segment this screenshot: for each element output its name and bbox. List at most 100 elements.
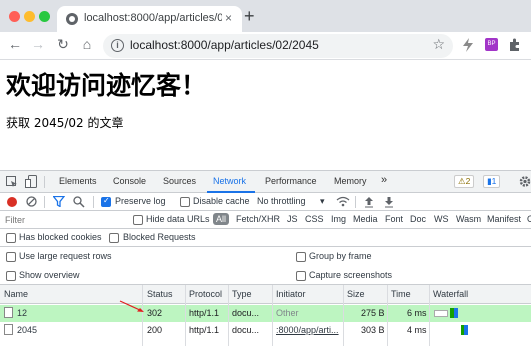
filter-input[interactable] — [3, 213, 123, 227]
filter-ws[interactable]: WS — [434, 214, 449, 224]
filter-img[interactable]: Img — [331, 214, 346, 224]
close-tab-icon[interactable]: × — [225, 11, 232, 25]
filter-funnel-icon[interactable] — [53, 196, 65, 207]
purple-extension-icon[interactable]: BP — [485, 38, 498, 51]
tab-elements[interactable]: Elements — [59, 176, 97, 186]
network-conditions-icon[interactable] — [336, 196, 350, 208]
column-divider — [343, 285, 344, 346]
filter-font[interactable]: Font — [385, 214, 403, 224]
globe-icon — [66, 13, 78, 25]
row-protocol: http/1.1 — [189, 308, 220, 318]
waterfall-bar-download — [464, 325, 468, 335]
tab-performance[interactable]: Performance — [265, 176, 317, 186]
filter-all-button[interactable]: All — [213, 213, 230, 225]
address-bar[interactable]: i localhost:8000/app/articles/02/2045 ☆ — [103, 34, 453, 58]
home-button[interactable]: ⌂ — [78, 36, 96, 52]
row-initiator-link[interactable]: :8000/app/arti... — [276, 325, 342, 335]
row-type: docu... — [232, 308, 260, 318]
group-by-frame-checkbox[interactable] — [296, 252, 306, 262]
browser-tab[interactable]: localhost:8000/app/articles/02 × — [57, 6, 242, 32]
close-window-button[interactable] — [9, 11, 20, 22]
row-name[interactable]: 2045 — [17, 325, 37, 335]
chevron-down-icon[interactable]: ▾ — [320, 196, 325, 207]
disable-cache-label: Disable cache — [193, 196, 250, 206]
minimize-window-button[interactable] — [24, 11, 35, 22]
large-rows-label: Use large request rows — [19, 251, 112, 261]
column-time[interactable]: Time — [391, 289, 411, 299]
tab-network[interactable]: Network — [213, 176, 246, 186]
issues-badge[interactable]: ⚠2 — [454, 175, 475, 188]
network-table-header: Name Status Protocol Type Initiator Size… — [0, 285, 531, 304]
divider — [355, 196, 356, 208]
search-icon[interactable] — [73, 196, 85, 208]
new-tab-button[interactable]: + — [244, 6, 255, 27]
divider — [44, 196, 45, 208]
maximize-window-button[interactable] — [39, 11, 50, 22]
blocked-requests-checkbox[interactable] — [109, 233, 119, 243]
capture-screenshots-checkbox[interactable] — [296, 271, 306, 281]
table-row[interactable]: 2045 200 http/1.1 docu... :8000/app/arti… — [0, 322, 531, 339]
filter-css[interactable]: CSS — [305, 214, 324, 224]
large-rows-checkbox[interactable] — [6, 252, 16, 262]
record-button[interactable] — [7, 197, 17, 207]
column-name[interactable]: Name — [4, 289, 28, 299]
show-overview-checkbox[interactable] — [6, 271, 16, 281]
devtools-panel: Elements Console Sources Network Perform… — [0, 170, 531, 346]
bookmark-star-icon[interactable]: ☆ — [432, 36, 445, 53]
clear-icon[interactable] — [26, 196, 37, 207]
puzzle-extensions-icon[interactable] — [508, 38, 521, 51]
tab-memory[interactable]: Memory — [334, 176, 367, 186]
page-text: 获取 2045/02 的文章 — [6, 116, 124, 130]
download-icon[interactable] — [384, 196, 394, 208]
column-waterfall[interactable]: Waterfall — [433, 289, 468, 299]
lightning-extension-icon[interactable] — [462, 38, 474, 52]
filter-media[interactable]: Media — [353, 214, 378, 224]
page-heading: 欢迎访问迹忆客！ — [6, 71, 207, 100]
column-size[interactable]: Size — [347, 289, 365, 299]
capture-screenshots-label: Capture screenshots — [309, 270, 393, 280]
row-time: 6 ms — [407, 308, 427, 318]
preserve-log-checkbox[interactable] — [101, 196, 111, 207]
filter-manifest[interactable]: Manifest — [487, 214, 521, 224]
reload-button[interactable]: ↻ — [54, 36, 72, 53]
document-icon — [4, 324, 13, 335]
settings-gear-icon[interactable] — [519, 175, 531, 188]
row-type: docu... — [232, 325, 260, 335]
more-tabs-button[interactable]: » — [381, 174, 387, 186]
filter-doc[interactable]: Doc — [410, 214, 426, 224]
info-icon[interactable]: i — [111, 39, 124, 52]
row-status: 302 — [147, 308, 163, 318]
group-by-frame-label: Group by frame — [309, 251, 372, 261]
column-divider — [142, 285, 143, 346]
inspect-element-icon[interactable] — [6, 176, 18, 188]
filter-wasm[interactable]: Wasm — [456, 214, 481, 224]
messages-badge[interactable]: ▮1 — [483, 175, 501, 188]
tab-strip: localhost:8000/app/articles/02 × + — [0, 0, 531, 32]
has-blocked-cookies-label: Has blocked cookies — [19, 232, 102, 242]
hide-data-urls-checkbox[interactable] — [133, 215, 143, 225]
column-status[interactable]: Status — [147, 289, 173, 299]
row-name[interactable]: 12 — [17, 308, 27, 318]
url-text[interactable]: localhost:8000/app/articles/02/2045 — [130, 38, 319, 52]
table-row[interactable]: 12 302 http/1.1 docu... Other 275 B 6 ms — [0, 305, 531, 322]
filter-js[interactable]: JS — [287, 214, 298, 224]
column-protocol[interactable]: Protocol — [189, 289, 222, 299]
device-toolbar-icon[interactable] — [25, 175, 37, 188]
filter-fetch-xhr[interactable]: Fetch/XHR — [236, 214, 280, 224]
upload-icon[interactable] — [364, 196, 374, 208]
divider — [44, 176, 45, 188]
filter-other[interactable]: O — [527, 214, 531, 224]
column-divider — [429, 285, 430, 346]
column-type[interactable]: Type — [232, 289, 252, 299]
tab-console[interactable]: Console — [113, 176, 146, 186]
throttling-select[interactable]: No throttling — [257, 196, 306, 206]
disable-cache-checkbox[interactable] — [180, 197, 190, 207]
back-button[interactable]: ← — [6, 36, 24, 52]
has-blocked-cookies-checkbox[interactable] — [6, 233, 16, 243]
forward-button[interactable]: → — [29, 36, 47, 52]
tab-title: localhost:8000/app/articles/02 — [84, 12, 222, 24]
tab-sources[interactable]: Sources — [163, 176, 196, 186]
row-time: 4 ms — [407, 325, 427, 335]
blocked-requests-label: Blocked Requests — [123, 232, 196, 242]
column-initiator[interactable]: Initiator — [276, 289, 306, 299]
